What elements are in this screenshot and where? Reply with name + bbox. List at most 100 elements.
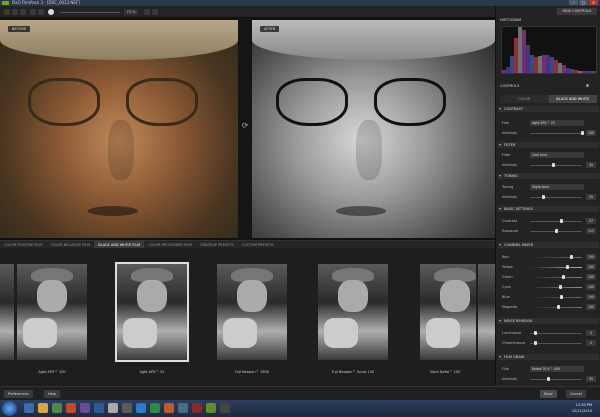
split-view-icon[interactable] — [12, 9, 18, 15]
minimize-button[interactable]: – — [569, 0, 578, 5]
exposure-slider-handle[interactable] — [554, 229, 558, 233]
channel-slider[interactable] — [530, 267, 582, 268]
folder-icon[interactable] — [38, 403, 48, 413]
section-noise-removal[interactable]: NOISE REMOVAL — [498, 318, 599, 324]
start-button[interactable] — [2, 401, 17, 416]
excel-icon[interactable] — [150, 403, 160, 413]
app-icon[interactable] — [122, 403, 132, 413]
section-filter[interactable]: FILTER — [498, 142, 599, 148]
app-icon[interactable] — [66, 403, 76, 413]
app-icon[interactable] — [80, 403, 90, 413]
tab-color-negative-film[interactable]: COLOR NEGATIVE FILM — [46, 241, 94, 248]
channel-value[interactable]: 100 — [586, 254, 596, 260]
channel-value[interactable]: 100 — [586, 284, 596, 290]
section-channel-mixer[interactable]: CHANNEL MIXER — [498, 242, 599, 248]
app-icon[interactable] — [192, 403, 202, 413]
maximize-button[interactable]: □ — [579, 0, 588, 5]
section-toning[interactable]: TONING — [498, 173, 599, 179]
channel-slider[interactable] — [530, 257, 582, 258]
luminance-slider-handle[interactable] — [533, 331, 537, 335]
ie-icon[interactable] — [24, 403, 34, 413]
tab-color-positive-film[interactable]: COLOR POSITIVE FILM — [0, 241, 46, 248]
film-thumbnail[interactable] — [318, 264, 388, 360]
film-thumbnail-partial[interactable] — [478, 264, 495, 360]
channel-value[interactable]: 100 — [586, 274, 596, 280]
fit-window-icon[interactable] — [144, 9, 150, 15]
controls-toggle-icon[interactable] — [586, 84, 589, 87]
app-icon[interactable] — [108, 403, 118, 413]
app-icon[interactable] — [178, 403, 188, 413]
after-image[interactable]: AFTER — [252, 20, 495, 238]
word-icon[interactable] — [136, 403, 146, 413]
exposure-value[interactable]: 0.0 — [586, 228, 596, 234]
hand-tool-icon[interactable] — [30, 9, 36, 15]
channel-slider-handle[interactable] — [559, 295, 563, 299]
media-icon[interactable] — [52, 403, 62, 413]
contrast-slider[interactable] — [530, 221, 582, 222]
app-icon[interactable] — [94, 403, 104, 413]
channel-slider[interactable] — [530, 277, 582, 278]
tab-color[interactable]: COLOR — [500, 95, 549, 103]
intensity-slider-handle[interactable] — [541, 195, 545, 199]
app-icon[interactable] — [220, 403, 230, 413]
swap-icon[interactable]: ⟳ — [240, 121, 250, 131]
before-image[interactable]: BEFORE — [0, 20, 238, 238]
intensity-value[interactable]: 35 — [586, 376, 596, 382]
intensity-slider-handle[interactable] — [580, 131, 584, 135]
actual-size-icon[interactable] — [152, 9, 158, 15]
close-button[interactable]: × — [589, 0, 598, 5]
intensity-slider[interactable] — [530, 197, 582, 198]
tab-creative-presets[interactable]: CREATIVE PRESETS — [196, 241, 238, 248]
grain-film-dropdown[interactable]: Kodak Tri-X™ 400 — [530, 366, 584, 372]
chrominance-slider-handle[interactable] — [533, 341, 537, 345]
film-dropdown[interactable]: Agfa APX™ 25 — [530, 120, 584, 126]
preferences-button[interactable]: Preferences — [4, 390, 33, 398]
film-thumbnail[interactable] — [420, 264, 476, 360]
chrominance-value[interactable]: 0 — [586, 340, 596, 346]
channel-slider-handle[interactable] — [562, 275, 566, 279]
channel-slider[interactable] — [530, 287, 582, 288]
intensity-slider-handle[interactable] — [546, 377, 550, 381]
intensity-value[interactable]: 25 — [586, 194, 596, 200]
cancel-button[interactable]: Cancel — [566, 390, 586, 398]
compare-view-icon[interactable] — [4, 9, 10, 15]
channel-slider-handle[interactable] — [565, 265, 569, 269]
section-basic-settings[interactable]: BASIC SETTINGS — [498, 206, 599, 212]
tab-custom-presets[interactable]: CUSTOM PRESETS — [238, 241, 278, 248]
single-view-icon[interactable] — [20, 9, 26, 15]
channel-slider-handle[interactable] — [570, 255, 574, 259]
film-thumbnail-partial[interactable] — [0, 264, 14, 360]
magnifier-icon[interactable] — [48, 9, 54, 15]
film-thumbnail[interactable] — [17, 264, 87, 360]
zoom-slider[interactable] — [60, 12, 120, 13]
section-contrast[interactable]: CONTRAST — [498, 106, 599, 112]
dxo-filmpack-icon[interactable] — [206, 403, 216, 413]
film-thumbnail-selected[interactable] — [115, 262, 189, 362]
intensity-value[interactable]: 100 — [586, 130, 596, 136]
channel-slider[interactable] — [530, 307, 582, 308]
help-button[interactable]: Help — [44, 390, 60, 398]
filter-dropdown[interactable]: Cool tone — [530, 152, 584, 158]
system-clock[interactable]: 12:30 PM 12/11/2010 — [572, 402, 592, 414]
save-button[interactable]: Save — [540, 390, 557, 398]
contrast-value[interactable]: 27 — [586, 218, 596, 224]
tab-black-and-white-film[interactable]: BLACK AND WHITE FILM — [94, 241, 145, 248]
intensity-slider-handle[interactable] — [551, 163, 555, 167]
zoom-tool-icon[interactable] — [38, 9, 44, 15]
contrast-slider-handle[interactable] — [559, 219, 563, 223]
zoom-value[interactable]: 75 % — [124, 9, 138, 15]
intensity-slider[interactable] — [530, 133, 582, 134]
tab-color-processed-film[interactable]: COLOR PROCESSED FILM — [144, 241, 196, 248]
intensity-slider[interactable] — [530, 379, 582, 380]
channel-value[interactable]: 100 — [586, 264, 596, 270]
intensity-slider[interactable] — [530, 165, 582, 166]
channel-value[interactable]: 100 — [586, 294, 596, 300]
chrominance-slider[interactable] — [530, 343, 582, 344]
luminance-value[interactable]: 0 — [586, 330, 596, 336]
channel-slider-handle[interactable] — [557, 305, 561, 309]
powerpoint-icon[interactable] — [164, 403, 174, 413]
channel-value[interactable]: 100 — [586, 304, 596, 310]
toning-dropdown[interactable]: Sepia tone — [530, 184, 584, 190]
tab-black-and-white[interactable]: BLACK AND WHITE — [548, 95, 597, 103]
section-film-grain[interactable]: FILM GRAIN — [498, 354, 599, 360]
